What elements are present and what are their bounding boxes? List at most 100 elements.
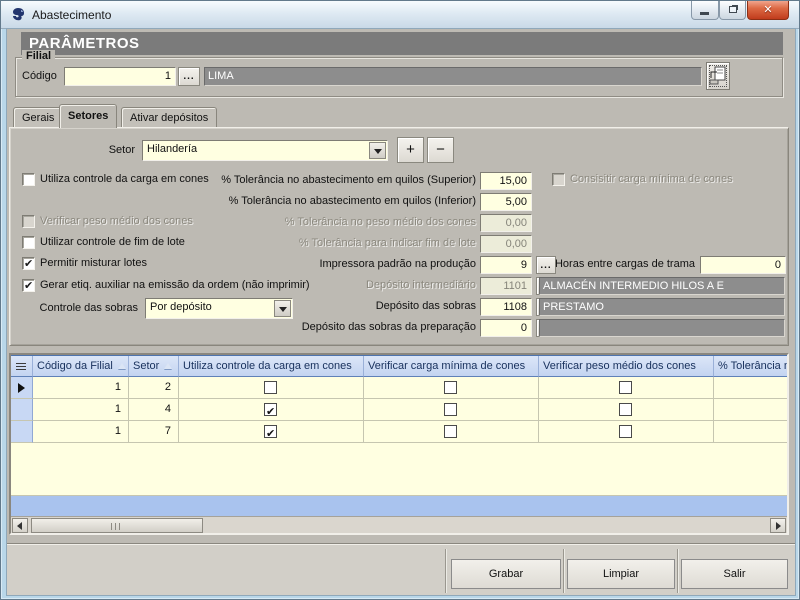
cell-peso-medio[interactable] xyxy=(539,377,714,399)
menu-icon xyxy=(16,363,26,371)
remove-setor-button[interactable]: − xyxy=(427,137,454,163)
horas-trama-field[interactable]: 0 xyxy=(700,256,786,274)
cell-setor[interactable]: 4 xyxy=(129,399,179,421)
scrollbar-thumb[interactable] xyxy=(31,518,203,533)
row-selector[interactable] xyxy=(11,399,33,421)
tab-setores[interactable]: Setores xyxy=(59,104,117,128)
title-bar[interactable]: Abastecimento ✕ xyxy=(1,1,800,29)
tol-superior-label: % Tolerância no abastecimento em quilos … xyxy=(160,174,476,186)
checkbox-icon xyxy=(22,173,35,186)
add-setor-button[interactable]: + xyxy=(397,137,424,163)
codigo-label: Código xyxy=(22,70,57,82)
setor-label: Setor xyxy=(40,144,135,156)
setor-combobox[interactable]: Hilandería xyxy=(142,140,388,161)
tol-peso-medio-field: 0,00 xyxy=(480,214,532,232)
chevron-down-icon[interactable] xyxy=(369,142,386,159)
grabar-button[interactable]: Grabar xyxy=(451,559,561,589)
filial-group-label: Filial xyxy=(22,50,55,62)
cell-utiliza-controle[interactable] xyxy=(179,399,364,421)
grid-empty-area xyxy=(11,443,787,495)
client-area: PARÂMETROS Filial Código 1 ... LIMA G xyxy=(7,29,795,595)
table-row[interactable]: 1 7 xyxy=(11,421,787,443)
cell-codigo-filial[interactable]: 1 xyxy=(33,377,129,399)
checkbox-icon[interactable] xyxy=(444,403,457,416)
checkbox-icon[interactable] xyxy=(619,381,632,394)
limpiar-button[interactable]: Limpiar xyxy=(567,559,675,589)
arrow-left-icon xyxy=(17,522,22,530)
checkbox-icon xyxy=(22,215,35,228)
checkbox-icon[interactable] xyxy=(264,381,277,394)
cell-utiliza-controle[interactable] xyxy=(179,421,364,443)
checkbox-icon[interactable] xyxy=(444,381,457,394)
scroll-left-button[interactable] xyxy=(12,518,28,533)
column-header-setor[interactable]: Setor xyxy=(129,356,179,377)
checkbox-icon[interactable] xyxy=(264,425,277,438)
divider xyxy=(445,549,447,593)
close-button[interactable]: ✕ xyxy=(747,1,789,20)
cell-codigo-filial[interactable]: 1 xyxy=(33,399,129,421)
tab-ativar-depositos[interactable]: Ativar depósitos xyxy=(121,107,217,128)
dep-sobras-field[interactable]: 1108 xyxy=(480,298,532,316)
column-header-utiliza-controle[interactable]: Utiliza controle da carga em cones xyxy=(179,356,364,377)
cell-carga-minima[interactable] xyxy=(364,377,539,399)
horizontal-scrollbar[interactable] xyxy=(11,516,787,533)
restore-icon xyxy=(729,6,737,13)
scroll-right-button[interactable] xyxy=(770,518,786,533)
tab-gerais[interactable]: Gerais xyxy=(13,107,63,128)
codigo-browse-button[interactable]: ... xyxy=(178,67,200,86)
impressora-field[interactable]: 9 xyxy=(480,256,532,274)
tol-inferior-label: % Tolerância no abastecimento em quilos … xyxy=(160,195,476,207)
close-icon: ✕ xyxy=(748,3,788,16)
codigo-field[interactable]: 1 xyxy=(64,67,176,86)
checkbox-icon xyxy=(22,257,35,270)
cell-tolerancia[interactable] xyxy=(714,399,787,421)
tol-superior-field[interactable]: 15,00 xyxy=(480,172,532,190)
impressora-label: Impressora padrão na produção xyxy=(160,258,476,270)
checkbox-icon[interactable] xyxy=(444,425,457,438)
dep-sobras-name-field: PRESTAMO xyxy=(539,298,785,316)
dep-intermediario-name-field: ALMACÉN INTERMEDIO HILOS A E xyxy=(539,277,785,295)
table-row[interactable]: 1 2 xyxy=(11,377,787,399)
cell-utiliza-controle[interactable] xyxy=(179,377,364,399)
grid-footer-band xyxy=(11,495,787,516)
column-header-tolerancia[interactable]: % Tolerância no xyxy=(714,356,787,377)
cell-peso-medio[interactable] xyxy=(539,399,714,421)
cell-setor[interactable]: 2 xyxy=(129,377,179,399)
export-button[interactable] xyxy=(706,62,730,90)
salir-button[interactable]: Salir xyxy=(681,559,788,589)
grid-corner-button[interactable] xyxy=(11,356,33,377)
grid-header-row: Código da Filial Setor Utiliza controle … xyxy=(11,355,787,377)
column-header-verificar-carga-minima[interactable]: Verificar carga mínima de cones xyxy=(364,356,539,377)
cell-codigo-filial[interactable]: 1 xyxy=(33,421,129,443)
maximize-button[interactable] xyxy=(719,1,746,20)
checkbox-icon[interactable] xyxy=(619,425,632,438)
cell-setor[interactable]: 7 xyxy=(129,421,179,443)
dep-sobras-prep-field[interactable]: 0 xyxy=(480,319,532,337)
divider xyxy=(677,549,679,593)
divider xyxy=(563,549,565,593)
tol-inferior-field[interactable]: 5,00 xyxy=(480,193,532,211)
row-selector[interactable] xyxy=(11,421,33,443)
setores-tab-panel: Setor Hilandería + − Utiliza controle da… xyxy=(9,127,789,346)
page-title: PARÂMETROS xyxy=(21,32,783,55)
checkbox-icon xyxy=(22,236,35,249)
cell-tolerancia[interactable] xyxy=(714,421,787,443)
arrow-right-icon xyxy=(776,522,781,530)
checkbox-icon[interactable] xyxy=(264,403,277,416)
cell-carga-minima[interactable] xyxy=(364,421,539,443)
minimize-icon xyxy=(700,12,709,15)
sort-ascending-icon xyxy=(118,363,126,369)
cell-carga-minima[interactable] xyxy=(364,399,539,421)
table-row[interactable]: 1 4 xyxy=(11,399,787,421)
cell-tolerancia[interactable] xyxy=(714,377,787,399)
minimize-button[interactable] xyxy=(691,1,719,20)
filial-groupbox: Filial Código 1 ... LIMA xyxy=(15,57,783,97)
cell-peso-medio[interactable] xyxy=(539,421,714,443)
checkbox-icon[interactable] xyxy=(619,403,632,416)
column-header-codigo-filial[interactable]: Código da Filial xyxy=(33,356,129,377)
dep-sobras-label: Depósito das sobras xyxy=(160,300,476,312)
current-row-icon xyxy=(18,383,25,393)
column-header-verificar-peso-medio[interactable]: Verificar peso médio dos cones xyxy=(539,356,714,377)
setores-grid: Código da Filial Setor Utiliza controle … xyxy=(9,353,789,535)
row-selector[interactable] xyxy=(11,377,33,399)
